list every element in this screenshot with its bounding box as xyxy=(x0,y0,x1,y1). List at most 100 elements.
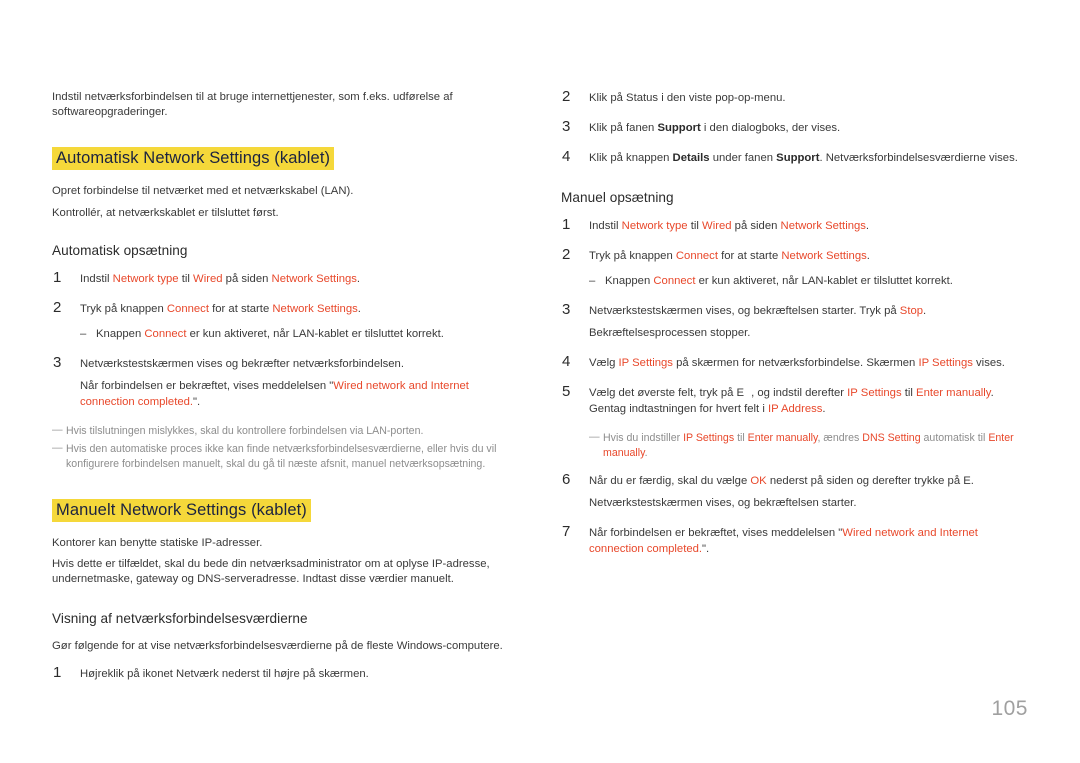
ui-term: Network Settings xyxy=(272,302,358,315)
manual-description-1: Kontorer kan benytte statiske IP-adresse… xyxy=(52,536,263,549)
step-number: 2 xyxy=(562,246,571,263)
step-item: 1 Indstil Network type til Wired på side… xyxy=(52,268,519,287)
note-text-part: . xyxy=(644,447,648,459)
ui-term: IP Address xyxy=(767,403,823,415)
auto-description-2: Kontrollér, at netværkskablet er tilslut… xyxy=(52,206,279,219)
step-text: Indstil Network type til Wired på siden … xyxy=(80,271,519,287)
step-sub-text-part: er kun aktiveret, når LAN-kablet er tils… xyxy=(695,275,953,287)
note-dash-marker: — xyxy=(52,441,63,454)
step-text: Netværkstestskærmen vises, og bekræftels… xyxy=(589,303,1028,341)
step-sub-text-part: Knappen xyxy=(605,275,654,287)
step-text-part: til xyxy=(901,387,917,399)
dash-marker: – xyxy=(589,275,596,287)
step-item: 2 Tryk på knappen Connect for at starte … xyxy=(561,246,1028,289)
page-number: 105 xyxy=(991,697,1028,720)
note-text-part: Hvis du indstiller xyxy=(603,432,684,444)
left-column: Indstil netværksforbindelsen til at brug… xyxy=(52,90,519,696)
note-text-part: , ændres xyxy=(817,432,863,444)
note-text: Hvis den automatiske proces ikke kan fin… xyxy=(66,442,497,470)
step-text-part: ". xyxy=(702,543,710,555)
step-text: Indstil Network type til Wired på siden … xyxy=(589,218,1028,234)
ui-term: DNS Setting xyxy=(862,432,921,444)
step-item: 5 Vælg det øverste felt, tryk på E , og i… xyxy=(561,383,1028,417)
step-text-line: Netværkstestskærmen vises og bekræfter n… xyxy=(80,357,404,370)
step-number: 6 xyxy=(562,471,571,488)
step-item: 2 Klik på Status i den viste pop-op-menu… xyxy=(561,88,1028,106)
step-item: 2 Tryk på knappen Connect for at starte … xyxy=(52,299,519,342)
step-sub-text-part: Knappen xyxy=(96,327,145,340)
step-number: 3 xyxy=(562,301,571,318)
step-item: 3 Klik på fanen Support i den dialogboks… xyxy=(561,118,1028,136)
section-heading-manual: Manuelt Network Settings (kablet) xyxy=(52,498,519,522)
note-item: — Hvis den automatiske proces ikke kan fi… xyxy=(52,442,519,472)
step-text: Højreklik på ikonet Netværk nederst til … xyxy=(80,667,369,680)
step-text: Netværkstestskærmen vises og bekræfter n… xyxy=(80,356,519,410)
step-item: 1 Højreklik på ikonet Netværk nederst ti… xyxy=(52,663,519,682)
step-text: Klik på knappen Details under fanen Supp… xyxy=(589,150,1028,166)
step-number: 3 xyxy=(53,353,62,371)
step-number: 3 xyxy=(562,118,571,135)
ui-term: Network type xyxy=(112,272,179,285)
note-dash-marker: — xyxy=(52,423,63,436)
step-text-line: Netværkstestskærmen vises, og bekræftels… xyxy=(589,303,1028,319)
note-item: — Hvis tilslutningen mislykkes, skal du k… xyxy=(52,424,519,439)
step-text-part: , og indstil derefter xyxy=(751,387,848,399)
step-text-line: Netværkstestskærmen vises, og bekræftels… xyxy=(589,497,857,509)
step-text-part: . xyxy=(357,302,361,315)
ui-term: Wired xyxy=(702,220,732,232)
step-text-part: Når forbindelsen er bekræftet, vises med… xyxy=(80,379,334,392)
ui-term: Network Settings xyxy=(780,220,866,232)
step-text: Tryk på knappen Connect for at starte Ne… xyxy=(589,248,1028,289)
step-text: Klik på Status i den viste pop-op-menu. xyxy=(589,92,786,104)
step-text-part: under fanen xyxy=(709,152,777,164)
step-text-line: Bekræftelsesprocessen stopper. xyxy=(589,327,751,339)
ui-term: Connect xyxy=(653,275,696,287)
step-number: 1 xyxy=(53,268,62,286)
step-number: 1 xyxy=(562,216,571,233)
step-number: 4 xyxy=(562,353,571,370)
step-text-line: Når du er færdig, skal du vælge OK neder… xyxy=(589,473,1028,489)
ui-term: IP Settings xyxy=(683,432,735,444)
step-item: 4 Vælg IP Settings på skærmen for netvær… xyxy=(561,353,1028,371)
right-column: 2 Klik på Status i den viste pop-op-menu… xyxy=(561,88,1028,696)
view-values-description: Gør følgende for at vise netværksforbind… xyxy=(52,640,503,653)
step-text: Når du er færdig, skal du vælge OK neder… xyxy=(589,473,1028,511)
ui-term: Network type xyxy=(621,220,688,232)
ui-term: Connect xyxy=(144,327,187,340)
ui-term: Connect xyxy=(166,302,209,315)
step-text: Vælg det øverste felt, tryk på E , og ind… xyxy=(589,385,1028,417)
step-text: Klik på fanen Support i den dialogboks, … xyxy=(589,120,1028,136)
step-text: Tryk på knappen Connect for at starte Ne… xyxy=(80,301,519,342)
step-text-line: Når forbindelsen er bekræftet, vises med… xyxy=(80,378,519,410)
step-text-part: Klik på knappen xyxy=(589,152,673,164)
step-number: 2 xyxy=(562,88,571,105)
step-text-part: vises. xyxy=(972,357,1005,369)
ui-term-bold: Support xyxy=(657,122,701,134)
step-text-part: Når forbindelsen er bekræftet, vises med… xyxy=(589,527,843,539)
step-number: 4 xyxy=(562,148,571,165)
step-item: 3 Netværkstestskærmen vises og bekræfter… xyxy=(52,353,519,410)
step-text-part: Når du er færdig, skal du vælge xyxy=(589,475,751,487)
step-number: 1 xyxy=(53,663,62,681)
note-text-part: til xyxy=(734,432,748,444)
step-text-part: Tryk på knappen xyxy=(80,302,167,315)
ui-term: Wired xyxy=(193,272,223,285)
step-number: 7 xyxy=(562,523,571,540)
two-column-layout: Indstil netværksforbindelsen til at brug… xyxy=(52,88,1028,696)
step-text-part: ". xyxy=(193,395,201,408)
ui-term: Stop xyxy=(899,305,924,317)
step-text-part: Netværkstestskærmen vises, og bekræftels… xyxy=(589,305,900,317)
ui-term: Connect xyxy=(675,250,718,262)
step-text-part: . xyxy=(822,403,826,415)
section-heading-automatic-label: Automatisk Network Settings (kablet) xyxy=(52,147,335,171)
step-text-part: på skærmen for netværksforbindelse. Skær… xyxy=(672,357,919,369)
note-item: — Hvis du indstiller IP Settings til Ente… xyxy=(589,431,1028,461)
step-sub-item: – Knappen Connect er kun aktiveret, når L… xyxy=(80,326,519,342)
step-text-part: Vælg det øverste felt, tryk på E xyxy=(589,387,745,399)
dash-marker: – xyxy=(80,327,87,340)
step-text-part: nederst på siden og derefter trykke på E… xyxy=(766,475,974,487)
subheading-view-values: Visning af netværksforbindelsesværdierne xyxy=(52,611,308,627)
manual-description-2: Hvis dette er tilfældet, skal du bede di… xyxy=(52,558,490,586)
ui-term: Enter manually xyxy=(747,432,818,444)
note-text: Hvis tilslutningen mislykkes, skal du ko… xyxy=(66,424,424,437)
